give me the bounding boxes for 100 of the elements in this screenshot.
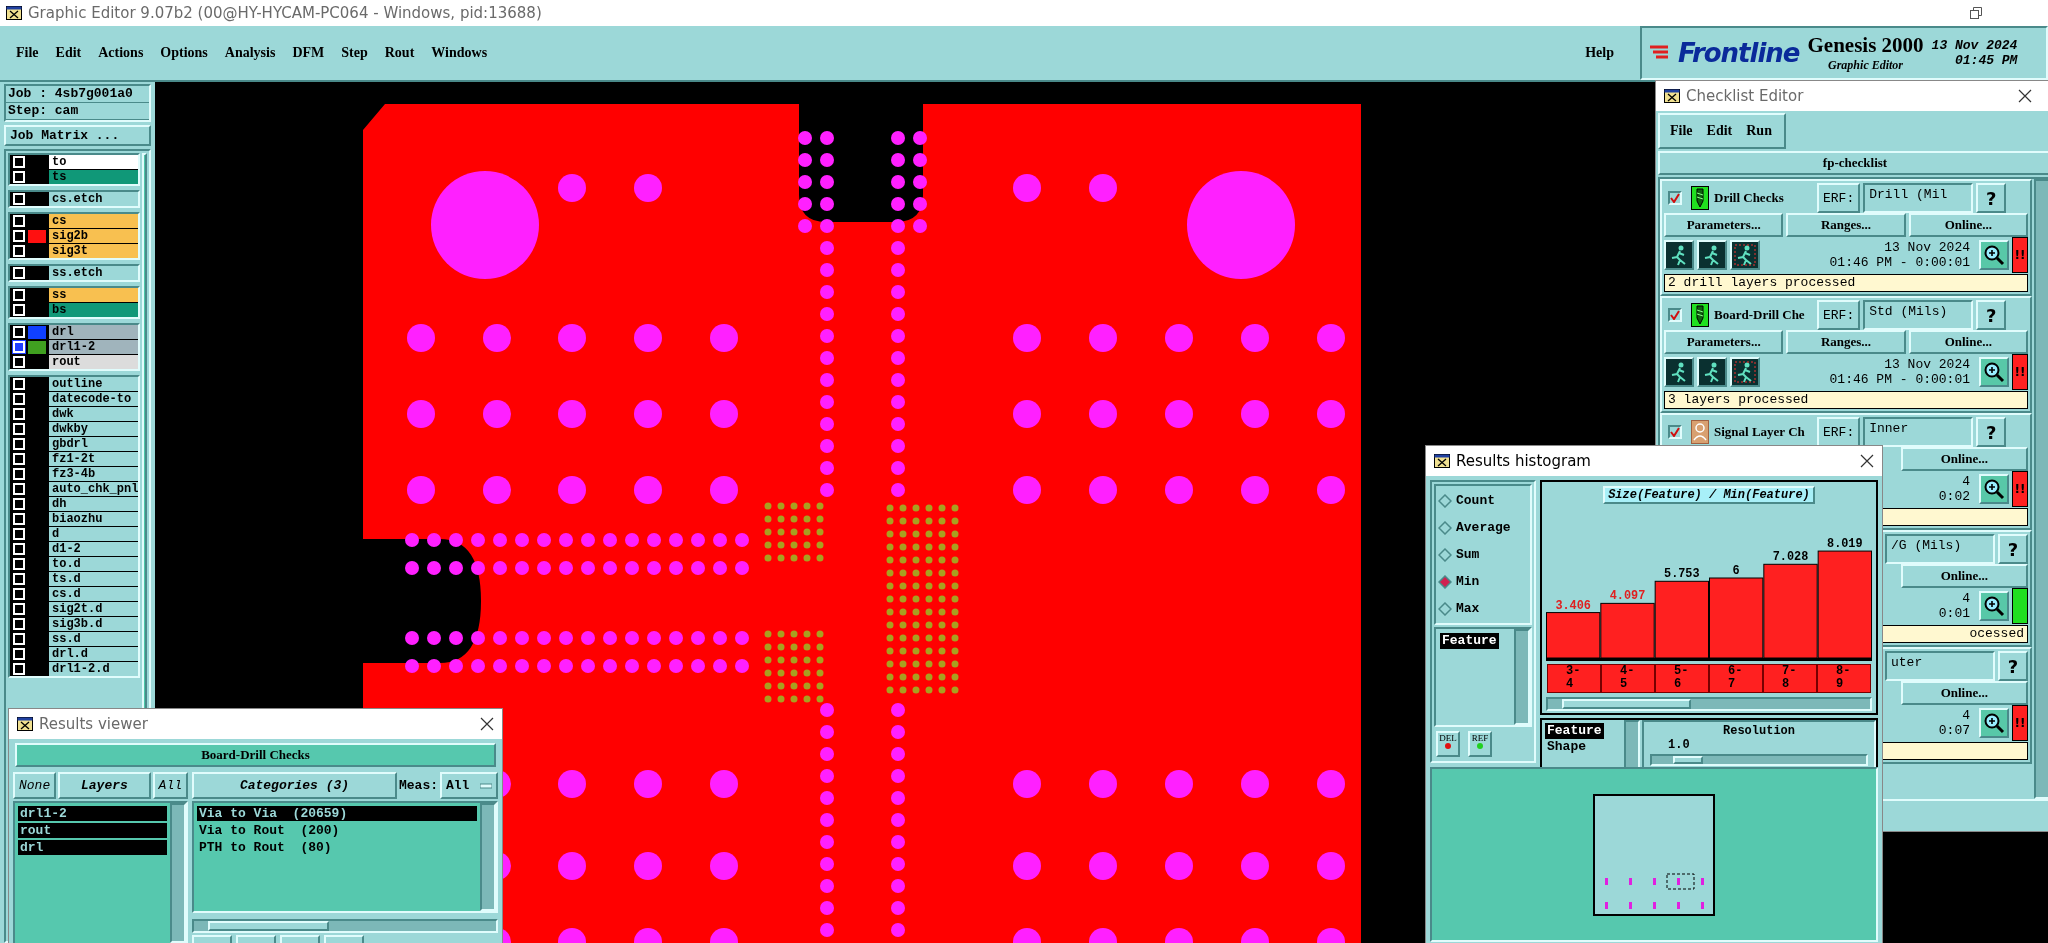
- help-button[interactable]: ?: [1976, 183, 2007, 213]
- layer-name[interactable]: drl1-2: [49, 340, 139, 354]
- layer-checkbox[interactable]: [13, 483, 25, 495]
- radio-button[interactable]: [1438, 547, 1452, 562]
- layer-name[interactable]: cs: [49, 214, 139, 228]
- vertical-scrollbar[interactable]: [1514, 629, 1530, 725]
- check-option-button[interactable]: Online...: [1900, 564, 2028, 588]
- layer-checkbox[interactable]: [13, 498, 25, 510]
- layer-name[interactable]: sig2t.d: [49, 602, 139, 616]
- layer-name[interactable]: drl.d: [49, 647, 139, 661]
- layer-name[interactable]: drl1-2.d: [49, 662, 139, 676]
- menu-item[interactable]: Help: [1585, 45, 1614, 61]
- menu-item[interactable]: File: [1670, 123, 1693, 139]
- horizontal-scrollbar[interactable]: [1546, 697, 1872, 711]
- help-button[interactable]: ?: [1998, 534, 2028, 564]
- erf-field[interactable]: Drill (Mil: [1863, 183, 1974, 213]
- horizontal-scrollbar[interactable]: [192, 919, 498, 933]
- layer-name[interactable]: outline: [49, 377, 139, 391]
- list-item[interactable]: Feature: [1545, 723, 1604, 739]
- layer-checkbox[interactable]: [13, 558, 25, 570]
- layer-name[interactable]: biaozhu: [49, 512, 139, 526]
- layer-checkbox[interactable]: [13, 543, 25, 555]
- layer-name[interactable]: sig2b: [49, 229, 139, 243]
- checkbox[interactable]: [1668, 191, 1682, 205]
- help-button[interactable]: ?: [1976, 417, 2007, 447]
- slider-thumb[interactable]: [1673, 756, 1704, 764]
- layer-name[interactable]: auto_chk_pnl: [49, 482, 139, 496]
- layer-name[interactable]: ss: [49, 288, 139, 302]
- vertical-scrollbar[interactable]: [1624, 720, 1640, 770]
- layer-checkbox[interactable]: [13, 438, 25, 450]
- layer-checkbox[interactable]: [13, 603, 25, 615]
- erf-button[interactable]: ERF:: [1817, 183, 1861, 213]
- runner-icon[interactable]: [1697, 357, 1727, 387]
- layer-checkbox[interactable]: [13, 245, 25, 257]
- check-option-button[interactable]: Ranges...: [1786, 330, 1906, 354]
- job-matrix-button[interactable]: Job Matrix ...: [4, 125, 151, 146]
- layer-checkbox[interactable]: [13, 513, 25, 525]
- restore-icon[interactable]: [1970, 7, 1982, 19]
- menu-item[interactable]: File: [16, 45, 39, 61]
- list-item[interactable]: Shape: [1545, 739, 1588, 755]
- help-button[interactable]: ?: [1998, 651, 2028, 681]
- vertical-scrollbar[interactable]: [480, 803, 496, 911]
- layer-name[interactable]: cs.d: [49, 587, 139, 601]
- layer-filter-button[interactable]: All: [152, 772, 188, 799]
- erf-button[interactable]: ERF:: [1817, 300, 1861, 330]
- radio-button[interactable]: [1438, 574, 1452, 589]
- layer-checkbox[interactable]: [13, 588, 25, 600]
- layer-name[interactable]: fz1-2t: [49, 452, 139, 466]
- layer-name[interactable]: ss.etch: [49, 266, 139, 280]
- layer-item[interactable]: drl1-2: [18, 806, 167, 821]
- layer-name[interactable]: dh: [49, 497, 139, 511]
- layer-filter-button[interactable]: Layers: [58, 772, 151, 799]
- layer-checkbox[interactable]: [13, 453, 25, 465]
- close-icon[interactable]: [1860, 454, 1874, 468]
- layer-name[interactable]: dwk: [49, 407, 139, 421]
- check-option-button[interactable]: Online...: [1908, 213, 2028, 237]
- layer-filter-button[interactable]: None: [13, 772, 57, 799]
- close-icon[interactable]: [480, 717, 494, 731]
- erf-field[interactable]: /G (Mils): [1885, 534, 1995, 564]
- menu-item[interactable]: Analysis: [224, 45, 276, 61]
- layer-name[interactable]: d1-2: [49, 542, 139, 556]
- layer-checkbox[interactable]: [13, 215, 25, 227]
- layer-item[interactable]: rout: [18, 823, 167, 838]
- check-option-button[interactable]: Online...: [1908, 330, 2028, 354]
- check-option-button[interactable]: Ranges...: [1786, 213, 1906, 237]
- layer-name[interactable]: ss.d: [49, 632, 139, 646]
- check-option-button[interactable]: Online...: [1900, 447, 2028, 471]
- runner-icon[interactable]: [1730, 357, 1760, 387]
- layer-checkbox[interactable]: [13, 230, 25, 242]
- category-item[interactable]: Via to Via (20659): [197, 806, 477, 821]
- radio-button[interactable]: [1438, 493, 1452, 508]
- layer-checkbox[interactable]: [13, 171, 25, 183]
- layer-checkbox[interactable]: [13, 618, 25, 630]
- layer-checkbox[interactable]: [13, 393, 25, 405]
- menu-item[interactable]: Edit: [55, 45, 82, 61]
- checkbox[interactable]: [1668, 308, 1682, 322]
- runner-icon[interactable]: [1664, 240, 1694, 270]
- list-item[interactable]: Feature: [1440, 633, 1499, 649]
- layer-name[interactable]: gbdrl: [49, 437, 139, 451]
- layer-checkbox[interactable]: [13, 408, 25, 420]
- layer-checkbox[interactable]: [13, 289, 25, 301]
- check-option-button[interactable]: Parameters...: [1664, 213, 1784, 237]
- category-item[interactable]: Via to Rout (200): [197, 823, 477, 838]
- zoom-button[interactable]: [1979, 474, 2009, 504]
- menu-item[interactable]: Step: [341, 45, 368, 61]
- categories-button[interactable]: Categories (3): [192, 772, 397, 799]
- delete-button[interactable]: DEL: [1436, 731, 1460, 757]
- category-item[interactable]: PTH to Rout (80): [197, 840, 477, 855]
- layer-checkbox[interactable]: [13, 528, 25, 540]
- menu-item[interactable]: Actions: [98, 45, 144, 61]
- resolution-slider[interactable]: [1650, 754, 1868, 766]
- runner-icon[interactable]: [1664, 357, 1694, 387]
- layer-item[interactable]: drl: [18, 840, 167, 855]
- layer-name[interactable]: datecode-to: [49, 392, 139, 406]
- layer-checkbox[interactable]: [13, 468, 25, 480]
- runner-icon[interactable]: [1697, 240, 1727, 270]
- erf-field[interactable]: uter: [1885, 651, 1995, 681]
- check-option-button[interactable]: Online...: [1900, 681, 2028, 705]
- zoom-button[interactable]: [1979, 591, 2009, 621]
- layer-name[interactable]: ts: [49, 170, 139, 184]
